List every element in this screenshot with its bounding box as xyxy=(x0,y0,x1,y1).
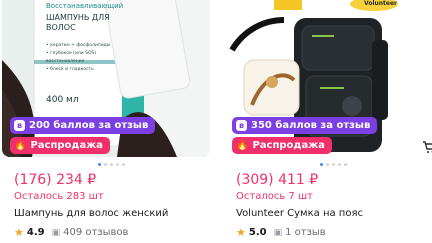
product-rating: ★ 4.9 ▣ 409 отзывов xyxy=(14,226,128,239)
bottle-brand-text: Восстанавливающий xyxy=(46,2,124,10)
product-title[interactable]: Volunteer Сумка на пояс xyxy=(236,208,363,219)
points-icon: в xyxy=(236,120,247,131)
product-card[interactable]: Восстанавливающий ШАМПУНЬ ДЛЯ ВОЛОС • ке… xyxy=(2,0,210,243)
points-badge-label: 350 баллов за отзыв xyxy=(251,120,371,131)
carousel-dot[interactable] xyxy=(320,163,323,166)
image-carousel-dots[interactable] xyxy=(320,163,347,166)
carousel-dot[interactable] xyxy=(338,163,341,166)
bottle-benefit: • глубокое (или SOS) восстановление xyxy=(46,51,97,64)
product-rating: ★ 5.0 ▣ 1 отзыв xyxy=(236,226,326,239)
bottle-benefit: • блеск и гладкость xyxy=(46,67,94,72)
sale-badge-label: Распродажа xyxy=(252,140,325,151)
fire-icon: 🔥 xyxy=(14,140,27,151)
points-badge: в 350 баллов за отзыв xyxy=(232,117,378,134)
cart-icon[interactable] xyxy=(422,140,432,154)
image-carousel-dots[interactable] xyxy=(98,163,125,166)
rating-score: 4.9 xyxy=(26,227,45,238)
product-price: (176) 234 ₽ xyxy=(14,172,97,188)
carousel-dot[interactable] xyxy=(344,163,347,166)
product-card[interactable]: Volunteer в 350 баллов за отзыв 🔥 Распро… xyxy=(224,0,432,243)
sale-badge: 🔥 Распродажа xyxy=(10,137,110,154)
bottle-volume: 400 мл xyxy=(46,95,79,105)
review-icon: ▣ xyxy=(273,227,283,238)
carousel-dot[interactable] xyxy=(116,163,119,166)
carousel-dot[interactable] xyxy=(326,163,329,166)
bottle-benefit: • кератин + фосфолипиды xyxy=(46,43,111,48)
stock-left: Осталось 283 шт xyxy=(14,191,104,202)
star-icon: ★ xyxy=(236,226,246,239)
carousel-dot[interactable] xyxy=(104,163,107,166)
carousel-dot[interactable] xyxy=(332,163,335,166)
points-badge-label: 200 баллов за отзыв xyxy=(29,120,149,131)
review-icon: ▣ xyxy=(51,227,61,238)
review-count[interactable]: 1 отзыв xyxy=(285,227,326,238)
points-icon: в xyxy=(14,120,25,131)
points-badge: в 200 баллов за отзыв xyxy=(10,117,156,134)
carousel-dot[interactable] xyxy=(98,163,101,166)
carousel-dot[interactable] xyxy=(122,163,125,166)
product-title[interactable]: Шампунь для волос женский xyxy=(14,208,168,219)
rating-score: 5.0 xyxy=(248,227,267,238)
stock-left: Осталось 7 шт xyxy=(236,191,313,202)
review-count[interactable]: 409 отзывов xyxy=(63,227,128,238)
bottle-product-text: ШАМПУНЬ ДЛЯ ВОЛОС xyxy=(46,13,110,32)
star-icon: ★ xyxy=(14,226,24,239)
carousel-dot[interactable] xyxy=(110,163,113,166)
sale-badge: 🔥 Распродажа xyxy=(232,137,332,154)
bottle-benefits: • кератин + фосфолипиды • глубокое (или … xyxy=(46,42,112,74)
product-price: (309) 411 ₽ xyxy=(236,172,319,188)
fire-icon: 🔥 xyxy=(236,140,249,151)
image-top-label: Volunteer xyxy=(364,0,398,7)
sale-badge-label: Распродажа xyxy=(30,140,103,151)
